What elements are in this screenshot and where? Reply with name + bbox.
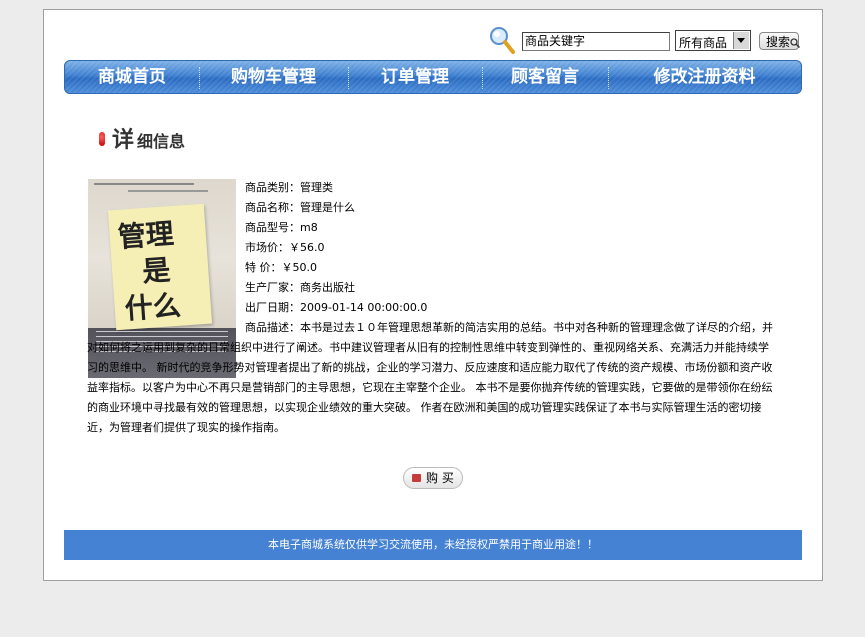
page-frame: 所有商品 搜索 商城首页 购物车管理 订单管理 顾客留言 修改注册资料 详 细信… — [43, 9, 823, 581]
footer-notice: 本电子商城系统仅供学习交流使用，未经授权严禁用于商业用途！！ — [64, 530, 802, 560]
search-button-label: 搜索 — [766, 35, 791, 49]
product-manufacturer: 生产厂家：商务出版社 — [245, 281, 355, 294]
search-button[interactable]: 搜索 — [759, 32, 800, 50]
main-nav: 商城首页 购物车管理 订单管理 顾客留言 修改注册资料 — [64, 60, 802, 94]
product-category: 商品类别：管理类 — [245, 181, 333, 194]
chevron-down-icon[interactable] — [733, 32, 749, 49]
page-title-rest: 细信息 — [137, 132, 186, 151]
search-keyword-input[interactable] — [522, 32, 670, 51]
cover-decoration — [94, 183, 194, 185]
buy-button-label: 购 买 — [426, 471, 454, 485]
category-select[interactable]: 所有商品 — [675, 30, 751, 51]
cart-icon — [412, 474, 421, 482]
nav-item-profile[interactable]: 修改注册资料 — [608, 61, 801, 93]
nav-item-messages[interactable]: 顾客留言 — [482, 61, 608, 93]
category-select-value: 所有商品 — [679, 36, 728, 50]
product-date: 出厂日期：2009-01-14 00:00:00.0 — [245, 301, 428, 314]
page-title-first-char: 详 — [112, 128, 135, 153]
product-description: 商品描述：本书是过去１０年管理思想革新的简洁实用的总结。书中对各种新的管理理念做… — [87, 321, 773, 434]
product-model: 商品型号：m8 — [245, 221, 318, 234]
product-name: 商品名称：管理是什么 — [245, 201, 355, 214]
nav-item-home[interactable]: 商城首页 — [65, 61, 199, 93]
search-button-icon — [790, 38, 800, 48]
nav-item-orders[interactable]: 订单管理 — [348, 61, 482, 93]
product-special-price: 特 价：￥50.0 — [245, 261, 317, 274]
cover-decoration — [128, 190, 208, 192]
product-market-price: 市场价：￥56.0 — [245, 241, 325, 254]
nav-item-cart[interactable]: 购物车管理 — [199, 61, 348, 93]
cover-sticky-note: 管理 是 什么 — [107, 203, 213, 331]
bullet-icon — [99, 132, 105, 146]
buy-button[interactable]: 购 买 — [403, 467, 463, 489]
search-magnifier-icon — [490, 27, 515, 54]
